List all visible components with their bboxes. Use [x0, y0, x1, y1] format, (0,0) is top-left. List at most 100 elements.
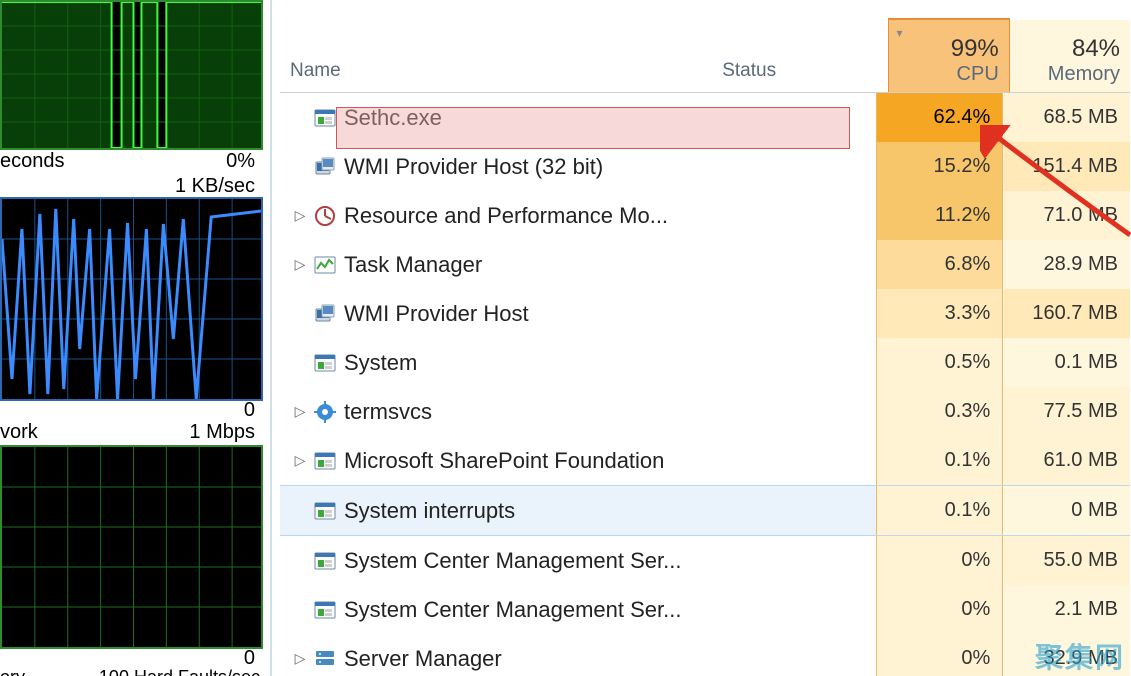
memory-usage-pct: 84%	[1010, 35, 1120, 63]
perfmon-icon	[314, 205, 336, 227]
process-cpu-cell: 0%	[876, 585, 1004, 634]
process-memory-cell: 55.0 MB	[1003, 536, 1130, 585]
process-name-cell[interactable]: System	[280, 350, 715, 376]
process-row[interactable]: Sethc.exe 62.4%68.5 MB	[280, 93, 1130, 142]
process-name: System Center Management Ser...	[344, 597, 682, 623]
expander-icon[interactable]: ▷	[290, 256, 310, 273]
disk-rate: 1 KB/sec	[150, 175, 255, 198]
process-name: termsvcs	[344, 399, 432, 425]
process-name: Resource and Performance Mo...	[344, 203, 668, 229]
process-memory-cell: 32.9 MB	[1003, 634, 1130, 676]
net-zero: 0	[235, 399, 255, 422]
process-name-cell[interactable]: ▷ Task Manager	[280, 252, 715, 278]
app-icon	[314, 599, 336, 621]
hardfaults-graph	[0, 445, 263, 649]
process-cpu-cell: 62.4%	[876, 93, 1004, 142]
process-row[interactable]: System Center Management Ser... 0%2.1 MB	[280, 585, 1130, 634]
process-memory-cell: 0.1 MB	[1003, 338, 1130, 387]
process-row[interactable]: System interrupts 0.1%0 MB	[280, 485, 1130, 536]
process-cpu-cell: 0%	[876, 634, 1004, 676]
process-name: Microsoft SharePoint Foundation	[344, 448, 664, 474]
process-cpu-cell: 3.3%	[876, 289, 1004, 338]
column-name[interactable]: Name	[280, 60, 712, 92]
task-manager-table: Name Status ▾ 99% CPU 84% Memory Sethc.e…	[280, 20, 1130, 676]
app-icon	[314, 500, 336, 522]
process-cpu-cell: 0.3%	[876, 387, 1004, 436]
cpu-graph	[0, 0, 263, 150]
process-name: WMI Provider Host (32 bit)	[344, 154, 603, 180]
process-name: System	[344, 350, 417, 376]
gear-icon	[314, 401, 336, 423]
cpu-column-label: CPU	[889, 63, 999, 86]
process-memory-cell: 71.0 MB	[1003, 191, 1130, 240]
process-row[interactable]: WMI Provider Host 3.3%160.7 MB	[280, 289, 1130, 338]
process-memory-cell: 2.1 MB	[1003, 585, 1130, 634]
process-memory-cell: 77.5 MB	[1003, 387, 1130, 436]
expander-icon[interactable]: ▷	[290, 403, 310, 420]
process-name-cell[interactable]: WMI Provider Host	[280, 301, 715, 327]
process-name: Server Manager	[344, 646, 502, 672]
process-cpu-cell: 0.1%	[876, 436, 1004, 485]
process-name: Task Manager	[344, 252, 482, 278]
process-memory-cell: 151.4 MB	[1003, 142, 1130, 191]
process-cpu-cell: 0.5%	[876, 338, 1004, 387]
process-name-cell[interactable]: ▷ termsvcs	[280, 399, 715, 425]
process-cpu-cell: 6.8%	[876, 240, 1004, 289]
process-row[interactable]: WMI Provider Host (32 bit) 15.2%151.4 MB	[280, 142, 1130, 191]
cpu-label: econds	[0, 150, 65, 173]
network-graph	[0, 197, 263, 401]
process-row[interactable]: System 0.5%0.1 MB	[280, 338, 1130, 387]
column-status[interactable]: Status	[712, 60, 887, 92]
process-row[interactable]: ▷ Task Manager 6.8%28.9 MB	[280, 240, 1130, 289]
hf-label: ory	[0, 667, 25, 676]
process-name: Sethc.exe	[344, 105, 442, 131]
process-cpu-cell: 0%	[876, 536, 1004, 585]
splitter[interactable]	[270, 0, 272, 676]
cpu-value: 0%	[200, 150, 255, 173]
net-value: 1 Mbps	[150, 421, 255, 444]
column-cpu[interactable]: ▾ 99% CPU	[888, 18, 1010, 92]
wmi-icon	[314, 156, 336, 178]
expander-icon[interactable]: ▷	[290, 650, 310, 667]
process-memory-cell: 68.5 MB	[1003, 93, 1130, 142]
expander-icon[interactable]: ▷	[290, 452, 310, 469]
process-name-cell[interactable]: System Center Management Ser...	[280, 548, 715, 574]
process-memory-cell: 160.7 MB	[1003, 289, 1130, 338]
process-memory-cell: 0 MB	[1003, 486, 1130, 535]
column-memory[interactable]: 84% Memory	[1010, 20, 1130, 92]
app-icon	[314, 450, 336, 472]
process-row[interactable]: System Center Management Ser... 0%55.0 MB	[280, 536, 1130, 585]
process-row[interactable]: ▷ termsvcs 0.3%77.5 MB	[280, 387, 1130, 436]
app-icon	[314, 550, 336, 572]
process-name-cell[interactable]: ▷ Server Manager	[280, 646, 715, 672]
wmi-icon	[314, 303, 336, 325]
process-name: System interrupts	[344, 498, 515, 524]
hf-value: 100 Hard Faults/sec	[60, 667, 260, 676]
process-name: WMI Provider Host	[344, 301, 529, 327]
process-name-cell[interactable]: WMI Provider Host (32 bit)	[280, 154, 715, 180]
srvmgr-icon	[314, 648, 336, 670]
process-row[interactable]: ▷ Microsoft SharePoint Foundation 0.1%61.…	[280, 436, 1130, 485]
process-row[interactable]: ▷ Server Manager 0%32.9 MB	[280, 634, 1130, 676]
process-name-cell[interactable]: ▷ Microsoft SharePoint Foundation	[280, 448, 715, 474]
taskmgr-icon	[314, 254, 336, 276]
table-header[interactable]: Name Status ▾ 99% CPU 84% Memory	[280, 20, 1130, 93]
process-cpu-cell: 15.2%	[876, 142, 1004, 191]
process-row[interactable]: ▷ Resource and Performance Mo... 11.2%71.…	[280, 191, 1130, 240]
app-icon	[314, 352, 336, 374]
sort-caret-icon: ▾	[897, 26, 903, 40]
net-label: vork	[0, 421, 38, 444]
expander-icon[interactable]: ▷	[290, 207, 310, 224]
process-name: System Center Management Ser...	[344, 548, 682, 574]
process-name-cell[interactable]: Sethc.exe	[280, 105, 715, 131]
process-name-cell[interactable]: System Center Management Ser...	[280, 597, 715, 623]
process-memory-cell: 28.9 MB	[1003, 240, 1130, 289]
process-name-cell[interactable]: ▷ Resource and Performance Mo...	[280, 203, 715, 229]
process-memory-cell: 61.0 MB	[1003, 436, 1130, 485]
memory-column-label: Memory	[1010, 63, 1120, 86]
app-icon	[314, 107, 336, 129]
process-cpu-cell: 11.2%	[876, 191, 1004, 240]
process-cpu-cell: 0.1%	[876, 486, 1004, 535]
cpu-usage-pct: 99%	[889, 35, 999, 63]
process-name-cell[interactable]: System interrupts	[280, 498, 715, 524]
